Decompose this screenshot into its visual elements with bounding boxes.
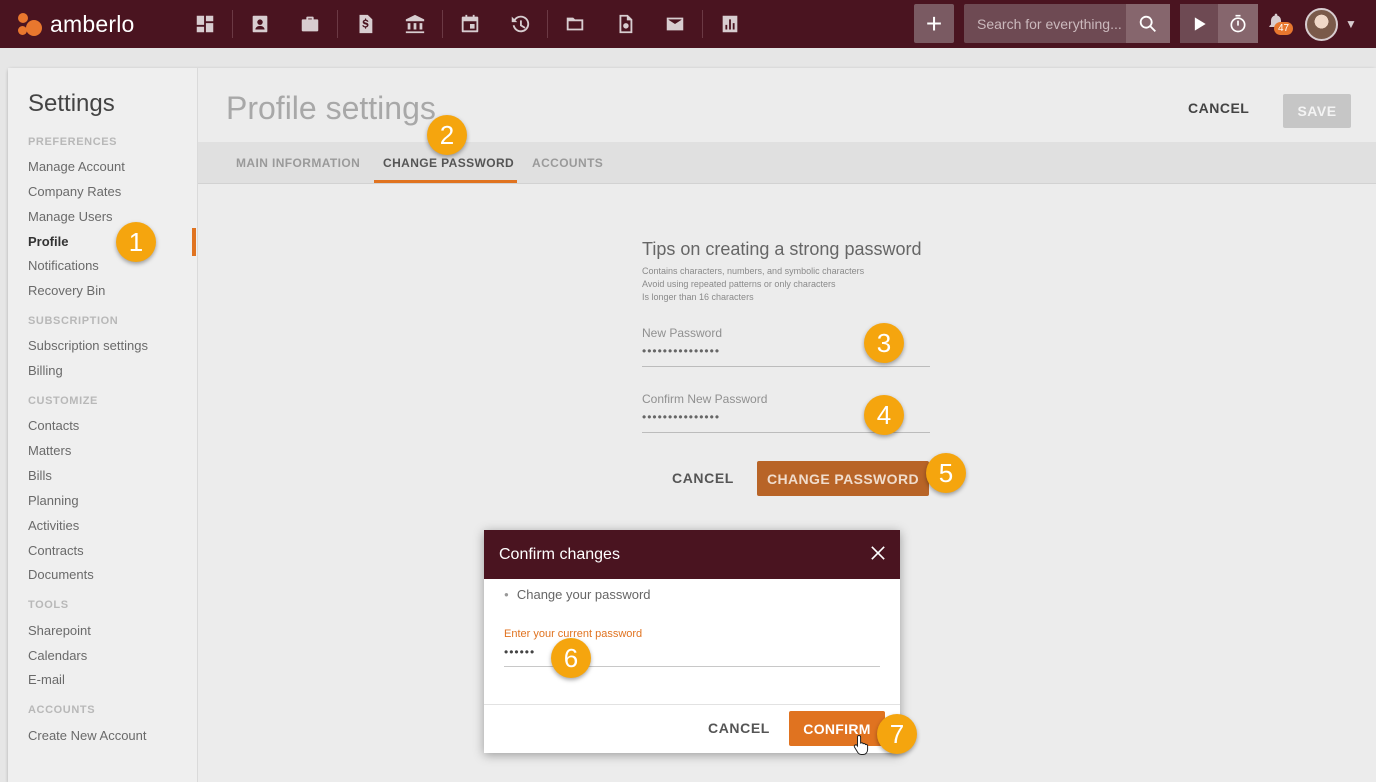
sidebar-item-notifications[interactable]: Notifications xyxy=(28,258,99,273)
password-tip: Is longer than 16 characters xyxy=(642,292,754,302)
tab-change-password[interactable]: CHANGE PASSWORD xyxy=(383,156,514,170)
dialog-title: Confirm changes xyxy=(499,546,620,563)
sidebar-section-accounts: ACCOUNTS xyxy=(28,704,96,716)
sidebar-item-create-new-account[interactable]: Create New Account xyxy=(28,728,147,743)
logo-mark-icon xyxy=(16,11,46,37)
add-new-button[interactable]: + xyxy=(914,4,954,43)
timer-button[interactable] xyxy=(1218,4,1258,43)
sidebar-item-bills[interactable]: Bills xyxy=(28,468,52,483)
dialog-header: Confirm changes xyxy=(484,530,900,579)
sidebar-title: Settings xyxy=(28,90,115,117)
header-cancel-button[interactable]: CANCEL xyxy=(1188,100,1249,116)
change-password-button[interactable]: CHANGE PASSWORD xyxy=(757,461,929,496)
dashboard-icon[interactable] xyxy=(180,0,230,48)
sidebar-item-subscription-settings[interactable]: Subscription settings xyxy=(28,338,148,353)
sidebar-item-manage-account[interactable]: Manage Account xyxy=(28,159,125,174)
active-tab-underline xyxy=(374,180,517,183)
dialog-cancel-button[interactable]: CANCEL xyxy=(708,720,770,736)
notification-count-badge: 47 xyxy=(1274,22,1294,35)
sidebar-item-billing[interactable]: Billing xyxy=(28,363,63,378)
active-item-indicator xyxy=(192,228,196,256)
password-tip: Avoid using repeated patterns or only ch… xyxy=(642,279,836,289)
sidebar-section-preferences: PREFERENCES xyxy=(28,136,118,148)
matters-icon[interactable] xyxy=(285,0,335,48)
new-password-underline xyxy=(642,366,930,367)
step-marker-5: 5 xyxy=(926,453,966,493)
tab-main-information[interactable]: MAIN INFORMATION xyxy=(236,156,360,170)
sidebar-item-recovery-bin[interactable]: Recovery Bin xyxy=(28,283,105,298)
mail-icon[interactable] xyxy=(650,0,700,48)
reports-icon[interactable] xyxy=(705,0,755,48)
sidebar-section-subscription: SUBSCRIPTION xyxy=(28,315,119,327)
stopwatch-icon xyxy=(1230,14,1246,32)
step-marker-7: 7 xyxy=(877,714,917,754)
sidebar-item-matters[interactable]: Matters xyxy=(28,443,71,458)
contacts-icon[interactable] xyxy=(235,0,285,48)
sidebar-section-tools: TOOLS xyxy=(28,599,69,611)
sidebar-item-contacts[interactable]: Contacts xyxy=(28,418,79,433)
calendar-icon[interactable] xyxy=(445,0,495,48)
sidebar-item-manage-users[interactable]: Manage Users xyxy=(28,209,113,224)
bank-icon[interactable] xyxy=(390,0,440,48)
new-password-label: New Password xyxy=(642,326,723,340)
bills-icon[interactable] xyxy=(340,0,390,48)
play-icon xyxy=(1194,16,1206,31)
top-bar: amberlo + Search for everything... 47 ▼ xyxy=(0,0,1376,48)
page-title: Profile settings xyxy=(226,90,436,126)
chevron-down-icon[interactable]: ▼ xyxy=(1345,17,1357,31)
sidebar-item-planning[interactable]: Planning xyxy=(28,493,79,508)
new-password-field[interactable]: ••••••••••••••• xyxy=(642,344,720,358)
time-history-icon[interactable] xyxy=(495,0,545,48)
hand-cursor-icon xyxy=(853,734,869,755)
sidebar-item-sharepoint[interactable]: Sharepoint xyxy=(28,623,91,638)
sidebar-item-calendars[interactable]: Calendars xyxy=(28,648,87,663)
confirm-changes-dialog: Confirm changes ● Change your password En… xyxy=(484,530,900,753)
step-marker-3: 3 xyxy=(864,323,904,363)
sidebar-item-profile[interactable]: Profile xyxy=(28,234,68,249)
sidebar-item-company-rates[interactable]: Company Rates xyxy=(28,184,121,199)
dialog-change-text: Change your password xyxy=(516,587,651,602)
close-icon[interactable] xyxy=(868,543,888,563)
amberlo-logo[interactable]: amberlo xyxy=(0,0,180,48)
folder-icon[interactable] xyxy=(550,0,600,48)
search-input[interactable] xyxy=(964,4,1124,43)
search-button[interactable] xyxy=(1126,4,1170,43)
notifications-button[interactable]: 47 xyxy=(1266,12,1294,38)
step-marker-4: 4 xyxy=(864,395,904,435)
page-header: Profile settings CANCEL SAVE xyxy=(198,68,1376,142)
user-avatar[interactable] xyxy=(1305,8,1338,41)
tab-accounts[interactable]: ACCOUNTS xyxy=(532,156,603,170)
sidebar-item-activities[interactable]: Activities xyxy=(28,518,79,533)
step-marker-2: 2 xyxy=(427,115,467,155)
sidebar-item-email[interactable]: E-mail xyxy=(28,672,65,687)
sidebar-item-contracts[interactable]: Contracts xyxy=(28,543,84,558)
dialog-footer-divider xyxy=(484,704,900,705)
sidebar-section-customize: CUSTOMIZE xyxy=(28,395,98,407)
form-cancel-button[interactable]: CANCEL xyxy=(672,470,734,486)
current-password-field[interactable]: •••••• xyxy=(504,645,535,659)
main-nav xyxy=(180,0,755,48)
header-save-button[interactable]: SAVE xyxy=(1283,94,1351,128)
settings-sidebar: Settings PREFERENCES Manage Account Comp… xyxy=(8,68,198,782)
password-tips-title: Tips on creating a strong password xyxy=(642,239,922,259)
global-search xyxy=(964,4,1170,43)
password-tip: Contains characters, numbers, and symbol… xyxy=(642,266,865,276)
logo-text: amberlo xyxy=(50,10,135,37)
profile-tabs: MAIN INFORMATION CHANGE PASSWORD ACCOUNT… xyxy=(198,142,1376,184)
document-settings-icon[interactable] xyxy=(600,0,650,48)
step-marker-1: 1 xyxy=(116,222,156,262)
step-marker-6: 6 xyxy=(551,638,591,678)
dialog-change-item: ● Change your password xyxy=(504,587,651,602)
start-timer-button[interactable] xyxy=(1180,4,1218,43)
search-icon xyxy=(1139,15,1156,32)
confirm-password-field[interactable]: ••••••••••••••• xyxy=(642,410,720,424)
confirm-password-label: Confirm New Password xyxy=(642,392,768,406)
sidebar-item-documents[interactable]: Documents xyxy=(28,567,94,582)
